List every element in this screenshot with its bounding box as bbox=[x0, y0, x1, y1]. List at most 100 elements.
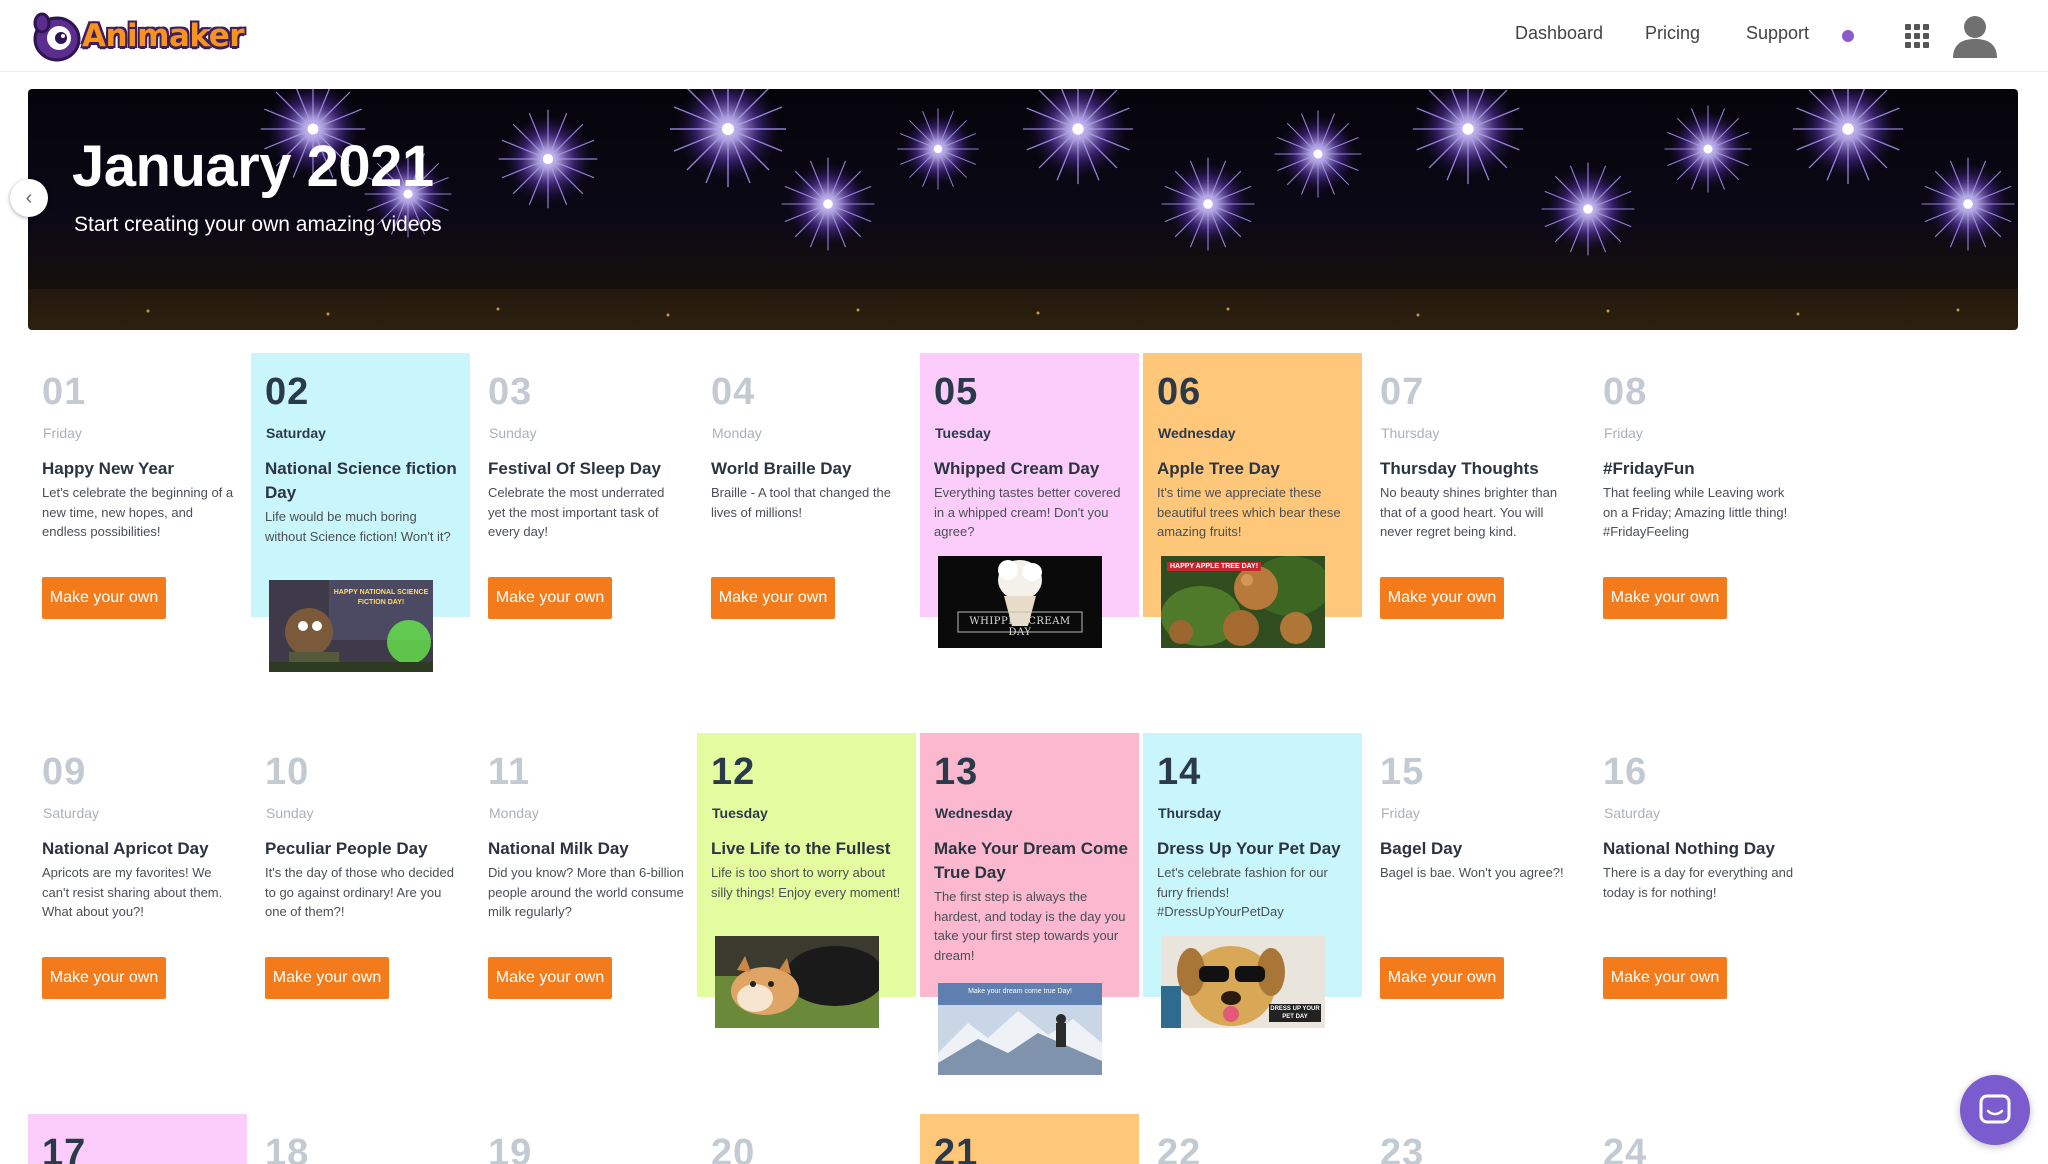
event-description: Celebrate the most underrated yet the mo… bbox=[488, 485, 665, 539]
event-thumbnail[interactable]: HAPPY APPLE TREE DAY! bbox=[1161, 556, 1325, 648]
day-number: 14 bbox=[1157, 751, 1202, 793]
banner-title: January 2021 bbox=[72, 134, 434, 199]
day-number: 06 bbox=[1157, 371, 1202, 413]
event-description: It's the day of those who decided to go … bbox=[265, 865, 454, 919]
day-of-week: Thursday bbox=[1381, 425, 1440, 441]
day-number: 01 bbox=[42, 371, 87, 413]
day-of-week: Friday bbox=[1604, 425, 1643, 441]
thumbnail-caption: DRESS UP YOUR PET DAY bbox=[1269, 1004, 1321, 1022]
day-number: 04 bbox=[711, 371, 756, 413]
user-avatar-icon[interactable] bbox=[1951, 12, 1999, 60]
day-of-week: Monday bbox=[712, 425, 762, 441]
day-number: 15 bbox=[1380, 751, 1425, 793]
event-description: Life is too short to worry about silly t… bbox=[711, 865, 901, 900]
day-number: 22 bbox=[1157, 1132, 1202, 1164]
month-banner: January 2021 Start creating your own ama… bbox=[28, 89, 2018, 330]
event-description: That feeling while Leaving work on a Fri… bbox=[1603, 485, 1788, 539]
make-your-own-button[interactable]: Make your own bbox=[1603, 577, 1727, 619]
make-your-own-button[interactable]: Make your own bbox=[1380, 957, 1504, 999]
event-title: National Nothing Day bbox=[1603, 839, 1775, 858]
event-title: Make Your Dream Come True Day bbox=[934, 839, 1128, 882]
nav-pricing-link[interactable]: Pricing bbox=[1645, 23, 1700, 44]
event-title: Thursday Thoughts bbox=[1380, 459, 1539, 478]
day-of-week: Monday bbox=[489, 805, 539, 821]
event-thumbnail[interactable]: HAPPY NATIONAL SCIENCE FICTION DAY! bbox=[269, 580, 433, 672]
calendar-day-17[interactable]: 17 bbox=[28, 1114, 247, 1164]
nav-dashboard-link[interactable]: Dashboard bbox=[1515, 23, 1603, 44]
calendar-day-19: 19 bbox=[474, 1114, 693, 1164]
chat-launcher-button[interactable] bbox=[1960, 1075, 2030, 1145]
day-number: 21 bbox=[934, 1132, 979, 1164]
banner-prev-arrow-icon[interactable]: ‹ bbox=[10, 179, 48, 217]
make-your-own-button[interactable]: Make your own bbox=[1380, 577, 1504, 619]
day-number: 10 bbox=[265, 751, 310, 793]
event-title: Festival Of Sleep Day bbox=[488, 459, 661, 478]
day-of-week: Friday bbox=[43, 425, 82, 441]
event-title: National Milk Day bbox=[488, 839, 629, 858]
animaker-mascot-icon bbox=[30, 9, 88, 63]
day-of-week: Wednesday bbox=[935, 805, 1013, 821]
event-title: National Science fiction Day bbox=[265, 459, 457, 502]
make-your-own-button[interactable]: Make your own bbox=[265, 957, 389, 999]
event-description: Did you know? More than 6-billion people… bbox=[488, 865, 684, 919]
event-title: National Apricot Day bbox=[42, 839, 209, 858]
event-title: Live Life to the Fullest bbox=[711, 839, 891, 858]
event-description: Let's celebrate the beginning of a new t… bbox=[42, 485, 234, 539]
event-thumbnail[interactable] bbox=[715, 936, 879, 1028]
thumbnail-caption: HAPPY APPLE TREE DAY! bbox=[1167, 562, 1262, 571]
make-your-own-button[interactable]: Make your own bbox=[42, 577, 166, 619]
day-number: 05 bbox=[934, 371, 979, 413]
day-of-week: Wednesday bbox=[1158, 425, 1236, 441]
make-your-own-button[interactable]: Make your own bbox=[42, 957, 166, 999]
event-description: The first step is always the hardest, an… bbox=[934, 889, 1126, 963]
day-number: 13 bbox=[934, 751, 979, 793]
day-number: 03 bbox=[488, 371, 533, 413]
day-number: 20 bbox=[711, 1132, 756, 1164]
event-description: Bagel is bae. Won't you agree?! bbox=[1380, 865, 1564, 880]
banner-subtitle: Start creating your own amazing videos bbox=[74, 213, 442, 236]
event-description: Let's celebrate fashion for our furry fr… bbox=[1157, 865, 1328, 919]
day-number: 12 bbox=[711, 751, 756, 793]
event-thumbnail[interactable]: WHIPPED CREAM DAY bbox=[938, 556, 1102, 648]
day-number: 17 bbox=[42, 1132, 87, 1164]
day-number: 08 bbox=[1603, 371, 1648, 413]
day-number: 24 bbox=[1603, 1132, 1648, 1164]
make-your-own-button[interactable]: Make your own bbox=[488, 577, 612, 619]
thumbnail-caption: Make your dream come true Day! bbox=[968, 988, 1072, 995]
day-of-week: Thursday bbox=[1158, 805, 1222, 821]
day-number: 18 bbox=[265, 1132, 310, 1164]
day-of-week: Friday bbox=[1381, 805, 1420, 821]
calendar-day-24: 24 bbox=[1589, 1114, 1808, 1164]
day-number: 19 bbox=[488, 1132, 533, 1164]
event-title: Whipped Cream Day bbox=[934, 459, 1100, 478]
make-your-own-button[interactable]: Make your own bbox=[1603, 957, 1727, 999]
day-number: 16 bbox=[1603, 751, 1648, 793]
day-number: 02 bbox=[265, 371, 310, 413]
make-your-own-button[interactable]: Make your own bbox=[711, 577, 835, 619]
chat-bubble-icon bbox=[1979, 1094, 2011, 1124]
event-description: Braille - A tool that changed the lives … bbox=[711, 485, 891, 520]
notification-dot-icon[interactable] bbox=[1842, 30, 1854, 42]
event-thumbnail[interactable]: Make your dream come true Day! bbox=[938, 983, 1102, 1075]
thumbnail-caption: HAPPY NATIONAL SCIENCE FICTION DAY! bbox=[333, 589, 429, 606]
event-thumbnail[interactable]: DRESS UP YOUR PET DAY bbox=[1161, 936, 1325, 1028]
event-description: It's time we appreciate these beautiful … bbox=[1157, 485, 1341, 539]
calendar-day-22: 22 bbox=[1143, 1114, 1362, 1164]
event-title: Peculiar People Day bbox=[265, 839, 428, 858]
calendar-day-18: 18 bbox=[251, 1114, 470, 1164]
event-title: #FridayFun bbox=[1603, 459, 1695, 478]
day-of-week: Sunday bbox=[266, 805, 314, 821]
event-description: Apricots are my favorites! We can't resi… bbox=[42, 865, 223, 919]
brand-name: Animaker bbox=[82, 18, 245, 54]
event-description: No beauty shines brighter than that of a… bbox=[1380, 485, 1558, 539]
calendar-day-21[interactable]: 21 bbox=[920, 1114, 1139, 1164]
day-of-week: Saturday bbox=[266, 425, 326, 441]
calendar-day-23: 23 bbox=[1366, 1114, 1585, 1164]
event-title: Happy New Year bbox=[42, 459, 174, 478]
animaker-logo[interactable]: Animaker bbox=[30, 8, 245, 64]
nav-support-link[interactable]: Support bbox=[1746, 23, 1809, 44]
apps-grid-icon[interactable] bbox=[1905, 24, 1929, 48]
event-title: Dress Up Your Pet Day bbox=[1157, 839, 1341, 858]
calendar-day-20: 20 bbox=[697, 1114, 916, 1164]
make-your-own-button[interactable]: Make your own bbox=[488, 957, 612, 999]
